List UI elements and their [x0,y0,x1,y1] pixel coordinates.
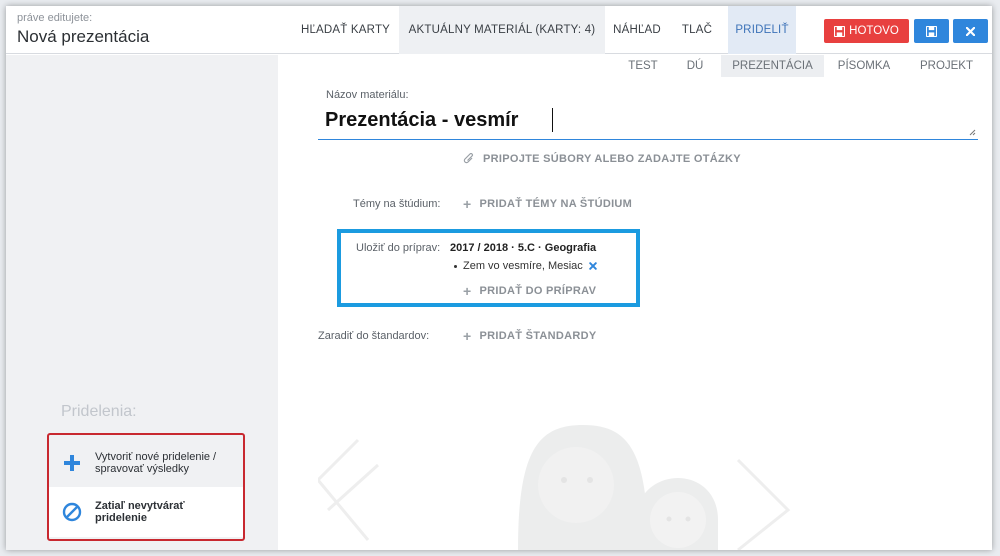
add-standards-link[interactable]: + PRIDAŤ ŠTANDARDY [463,328,597,344]
top-bar: práve editujete: Nová prezentácia HĽADAŤ… [6,6,992,54]
bullet [454,264,457,268]
save-item-text: Zem vo vesmíre, Mesiac [463,260,583,272]
type-tab-project[interactable]: PROJEKT [904,55,989,77]
title-input-value: Prezentácia - vesmír [325,109,519,131]
ban-icon [62,502,82,522]
tab-current-material[interactable]: AKTUÁLNY MATERIÁL (KARTY: 4) [399,6,605,54]
save-icon [926,25,937,37]
plus-icon [64,455,80,471]
editing-label: práve editujete: [17,12,93,24]
document-title: Nová prezentácia [17,27,150,46]
save-button[interactable] [914,19,949,43]
type-tab-presentation[interactable]: PREZENTÁCIA [721,55,824,77]
assignments-heading: Pridelenia: [61,403,137,420]
tab-print[interactable]: TLAČ [669,6,725,54]
save-icon [834,25,846,37]
title-input[interactable]: Prezentácia - vesmír [318,104,978,140]
plus-icon: + [463,283,472,299]
save-field-label: Uložiť do príprav: [356,242,441,254]
title-field-label: Názov materiálu: [326,89,409,101]
add-to-preparations-label: PRIDAŤ DO PRÍPRAV [479,285,597,297]
tab-assign[interactable]: PRIDELIŤ [728,6,796,54]
plus-icon: + [463,328,472,344]
save-year-class-subject: 2017 / 2018 · 5.C · Geografia [450,242,597,254]
tab-preview[interactable]: NÁHĽAD [605,6,669,54]
tab-search-cards[interactable]: HĽADAŤ KARTY [292,6,399,54]
resize-handle-icon[interactable] [969,129,976,136]
type-tab-homework[interactable]: DÚ [669,55,721,77]
create-assignment-option[interactable]: Vytvoriť nové pridelenie / spravovať výs… [49,441,243,485]
left-panel: Pridelenia: Vytvoriť nové pridelenie / s… [6,55,278,550]
topics-field-label: Témy na štúdium: [353,198,441,210]
remove-icon[interactable] [589,262,597,270]
assignment-options: Vytvoriť nové pridelenie / spravovať výs… [47,433,245,541]
create-assignment-label: Vytvoriť nové pridelenie / spravovať výs… [95,451,217,475]
skip-assignment-label: Zatiaľ nevytvárať pridelenie [95,500,185,524]
attach-files-link[interactable]: PRIPOJTE SÚBORY ALEBO ZADAJTE OTÁZKY [463,153,741,165]
add-standards-label: PRIDAŤ ŠTANDARDY [479,330,597,342]
app-window: práve editujete: Nová prezentácia HĽADAŤ… [6,6,992,550]
attach-files-label: PRIPOJTE SÚBORY ALEBO ZADAJTE OTÁZKY [483,153,741,165]
close-button[interactable] [953,19,988,43]
skip-assignment-option[interactable]: Zatiaľ nevytvárať pridelenie [49,487,243,537]
add-to-preparations-link[interactable]: + PRIDAŤ DO PRÍPRAV [463,283,596,299]
standards-field-label: Zaradiť do štandardov: [318,330,430,342]
type-tab-test[interactable]: TEST [617,55,669,77]
text-caret [552,108,553,132]
main-content: TEST DÚ PREZENTÁCIA PÍSOMKA PROJEKT Názo… [278,55,992,550]
add-topics-label: PRIDAŤ TÉMY NA ŠTÚDIUM [479,198,633,210]
done-button[interactable]: HOTOVO [824,19,909,43]
done-button-label: HOTOVO [849,25,899,37]
add-topics-link[interactable]: + PRIDAŤ TÉMY NA ŠTÚDIUM [463,196,632,212]
type-tab-written-test[interactable]: PÍSOMKA [824,55,904,77]
save-list-item: Zem vo vesmíre, Mesiac [454,260,597,272]
close-icon [966,26,975,36]
plus-icon: + [463,196,472,212]
people-illustration [318,425,791,550]
paperclip-icon [463,153,473,164]
